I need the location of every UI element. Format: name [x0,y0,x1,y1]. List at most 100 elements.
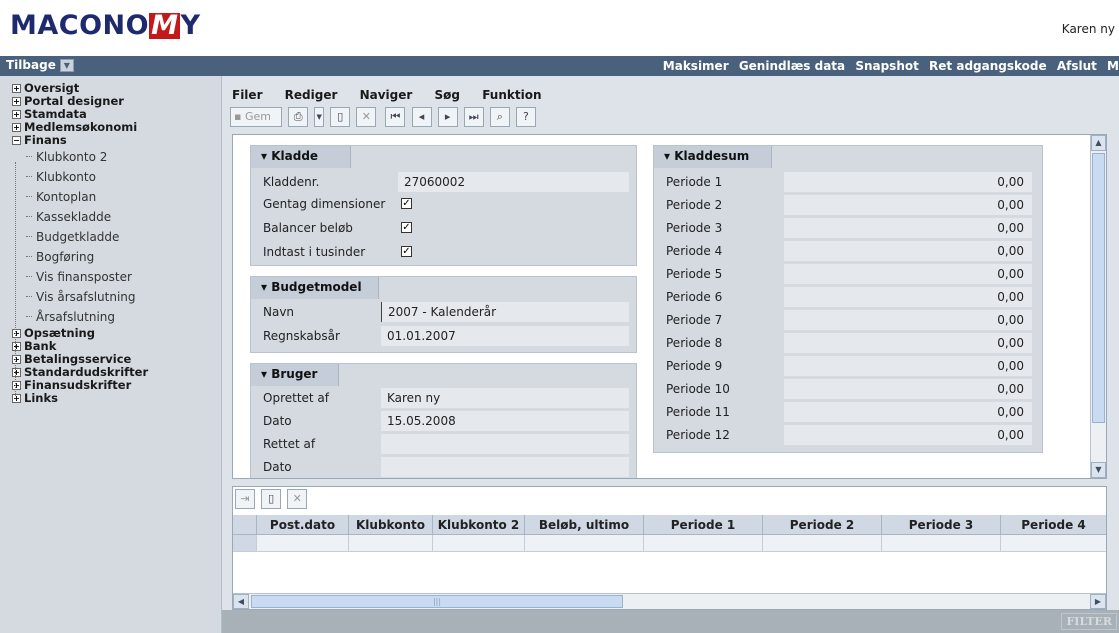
expand-icon[interactable]: + [12,368,21,377]
budgetmodel-panel-header[interactable]: ▾ Budgetmodel [251,277,379,299]
grid-horizontal-scrollbar[interactable]: ◀ ||| ▶ [233,593,1106,609]
previous-icon: ◂ [418,110,425,123]
sidebar-item-klubkonto[interactable]: Klubkonto [12,167,221,187]
scroll-up-icon[interactable]: ▲ [1091,135,1106,151]
menu-naviger[interactable]: Naviger [360,88,413,102]
kladdenr-field[interactable]: 27060002 [398,172,629,192]
last-record-button[interactable]: ⏭ [463,107,484,127]
periode-6-label: Periode 6 [666,290,723,304]
collapse-icon: ▾ [261,367,268,381]
scroll-down-icon[interactable]: ▼ [1091,462,1106,478]
expand-icon[interactable]: + [12,84,21,93]
expand-icon[interactable]: + [12,97,21,106]
cell-klubkonto-2[interactable] [433,535,525,551]
indtast-tusinder-checkbox[interactable]: ✓ [401,246,412,257]
grid-new-button[interactable]: ▯ [261,489,282,509]
back-button[interactable]: Tilbage ▼ [6,58,74,72]
table-row[interactable] [233,535,1106,552]
row-selector[interactable] [233,535,257,551]
expand-icon[interactable]: + [12,123,21,132]
navn-field[interactable]: 2007 - Kalenderår [381,302,629,322]
regnskabsar-field: 01.01.2007 [381,326,629,346]
bruger-panel-header[interactable]: ▾ Bruger [251,364,339,386]
sidebar-item-klubkonto-2[interactable]: Klubkonto 2 [12,147,221,167]
col-periode-3[interactable]: Periode 3 [882,515,1001,534]
next-record-button[interactable]: ▸ [437,107,458,127]
cell-periode-1[interactable] [644,535,763,551]
sidebar-item-arsafslutning[interactable]: Årsafslutning [12,307,221,327]
chevron-down-icon[interactable]: ▼ [59,59,74,72]
scroll-thumb[interactable] [1092,153,1105,423]
expand-icon[interactable]: + [12,394,21,403]
scroll-left-icon[interactable]: ◀ [233,594,249,609]
col-periode-4[interactable]: Periode 4 [1001,515,1106,534]
sidebar-item-kassekladde[interactable]: Kassekladde [12,207,221,227]
logout-link[interactable]: Afslut [1057,59,1097,73]
menu-filer[interactable]: Filer [232,88,262,102]
kladde-panel-header[interactable]: ▾ Kladde [251,146,351,168]
top-actions: Maksimer Genindlæs data Snapshot Ret adg… [657,59,1119,73]
expand-icon[interactable]: + [12,110,21,119]
kladdesum-panel-header[interactable]: ▾ Kladdesum [654,146,772,168]
sidebar-item-bogforing[interactable]: Bogføring [12,247,221,267]
menu-rediger[interactable]: Rediger [285,88,338,102]
menu-link[interactable]: M [1107,59,1119,73]
menu-sog[interactable]: Søg [435,88,460,102]
menu-funktion[interactable]: Funktion [482,88,541,102]
expand-icon[interactable]: + [12,329,21,338]
sidebar-item-vis-finansposter[interactable]: Vis finansposter [12,267,221,287]
col-belob-ultimo[interactable]: Beløb, ultimo [525,515,644,534]
periode-4-value: 0,00 [784,241,1032,261]
search-button[interactable]: ⌕ [489,107,510,127]
grid-insert-button[interactable]: ⇥ [235,489,255,509]
balancer-belob-checkbox[interactable]: ✓ [401,222,412,233]
print-button[interactable]: ⎙ [288,107,309,127]
kladde-panel: ▾ Kladde Kladdenr. 27060002 Gentag dimen… [250,145,637,266]
card-vertical-scrollbar[interactable]: ▲ ▼ [1090,135,1106,478]
budgetmodel-panel: ▾ Budgetmodel Navn 2007 - Kalenderår Reg… [250,276,637,353]
expand-icon[interactable]: + [12,355,21,364]
cell-periode-4[interactable] [1001,535,1106,551]
oprettet-af-label: Oprettet af [263,391,330,405]
save-button[interactable]: ▪ Gem [230,107,282,127]
cell-klubkonto[interactable] [349,535,433,551]
sidebar-item-kontoplan[interactable]: Kontoplan [12,187,221,207]
col-klubkonto[interactable]: Klubkonto [349,515,433,534]
cell-belob-ultimo[interactable] [525,535,644,551]
col-klubkonto-2[interactable]: Klubkonto 2 [433,515,525,534]
filter-button[interactable]: FILTER [1061,613,1117,630]
collapse-icon[interactable]: − [12,136,21,145]
grid-delete-button[interactable]: ✕ [287,489,308,509]
help-button[interactable]: ? [515,107,536,127]
maximize-link[interactable]: Maksimer [663,59,729,73]
collapse-icon: ▾ [664,149,671,163]
periode-6-value: 0,00 [784,287,1032,307]
snapshot-link[interactable]: Snapshot [855,59,919,73]
cell-post-dato[interactable] [257,535,349,551]
delete-button[interactable]: ✕ [356,107,377,127]
scroll-thumb[interactable]: ||| [251,595,623,608]
col-periode-2[interactable]: Periode 2 [763,515,882,534]
kladdesum-panel: ▾ Kladdesum Periode 1 0,00 Periode 2 0,0… [653,145,1043,453]
new-button[interactable]: ▯ [330,107,351,127]
cell-periode-2[interactable] [763,535,882,551]
first-record-button[interactable]: ⏮ [385,107,406,127]
change-password-link[interactable]: Ret adgangskode [929,59,1047,73]
scroll-right-icon[interactable]: ▶ [1090,594,1106,609]
print-dropdown[interactable]: ▼ [314,107,325,127]
expand-icon[interactable]: + [12,381,21,390]
previous-record-button[interactable]: ◂ [411,107,432,127]
sidebar-item-budgetkladde[interactable]: Budgetkladde [12,227,221,247]
expand-icon[interactable]: + [12,342,21,351]
sidebar-item-links[interactable]: + Links [12,392,221,405]
new-document-icon: ▯ [337,110,344,123]
periode-8-value: 0,00 [784,333,1032,353]
sidebar-item-finans[interactable]: − Finans [12,134,221,147]
col-post-dato[interactable]: Post.dato [257,515,349,534]
periode-8-label: Periode 8 [666,336,723,350]
cell-periode-3[interactable] [882,535,1001,551]
sidebar-item-vis-arsafslutning[interactable]: Vis årsafslutning [12,287,221,307]
reload-data-link[interactable]: Genindlæs data [739,59,845,73]
col-periode-1[interactable]: Periode 1 [644,515,763,534]
gentag-dimensioner-checkbox[interactable]: ✓ [401,198,412,209]
